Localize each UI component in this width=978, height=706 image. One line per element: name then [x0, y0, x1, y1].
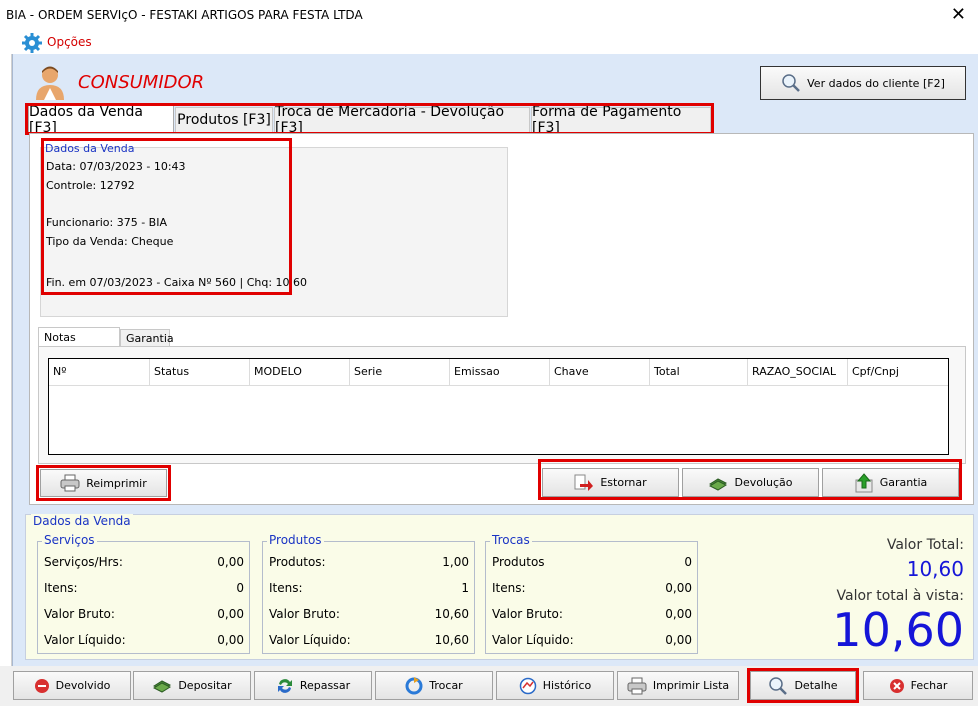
col-emissao[interactable]: Emissao	[450, 359, 550, 385]
money-icon	[153, 679, 172, 693]
view-client-button[interactable]: Ver dados do cliente [F2]	[760, 66, 966, 100]
close-window-button[interactable]: ✕	[951, 4, 966, 25]
history-label: Histórico	[542, 679, 592, 692]
transfer-button[interactable]: Repassar	[254, 671, 372, 700]
products-count-value: 1,00	[442, 555, 469, 569]
subtab-notes[interactable]: Notas Emitidas	[38, 327, 120, 357]
transfer-arrows-icon	[277, 678, 292, 693]
deposit-button[interactable]: Depositar	[133, 671, 251, 700]
services-gross-label: Valor Bruto:	[44, 607, 115, 621]
gear-icon	[22, 33, 42, 53]
services-items-label: Itens:	[44, 581, 78, 595]
notes-grid[interactable]: Nº Status MODELO Serie Emissao Chave Tot…	[48, 358, 949, 455]
services-row-value: 0,00	[217, 555, 244, 569]
search-icon	[782, 74, 801, 92]
exchanges-gross-label: Valor Bruto:	[492, 607, 563, 621]
print-list-label: Imprimir Lista	[652, 679, 730, 692]
close-icon	[889, 678, 904, 693]
reprint-highlight	[36, 465, 171, 501]
products-count-label: Produtos:	[269, 555, 326, 569]
col-chave[interactable]: Chave	[550, 359, 650, 385]
services-gross-value: 0,00	[217, 607, 244, 621]
col-modelo[interactable]: MODELO	[250, 359, 350, 385]
detail-highlight	[747, 668, 859, 703]
products-gross-value: 10,60	[434, 607, 469, 621]
notes-grid-header: Nº Status MODELO Serie Emissao Chave Tot…	[49, 359, 948, 386]
returned-button[interactable]: Devolvido	[13, 671, 131, 700]
products-items-value: 1	[461, 581, 469, 595]
minus-circle-icon	[34, 678, 49, 693]
view-client-label: Ver dados do cliente [F2]	[807, 76, 945, 90]
subtab-warranty[interactable]: Garantia	[120, 329, 174, 347]
close-button[interactable]: Fechar	[863, 671, 973, 700]
products-gross-label: Valor Bruto:	[269, 607, 340, 621]
transfer-label: Repassar	[299, 679, 351, 692]
exchange-button[interactable]: Trocar	[375, 671, 493, 700]
col-numero[interactable]: Nº	[49, 359, 150, 385]
exchanges-products-value: 0	[684, 555, 692, 569]
exchanges-products-label: Produtos	[492, 555, 545, 569]
exchanges-title: Trocas	[490, 533, 532, 547]
customer-name: CONSUMIDOR	[78, 72, 205, 93]
summary-title: Dados da Venda	[31, 514, 133, 528]
col-cpf-cnpj[interactable]: Cpf/Cnpj	[848, 359, 948, 385]
printer-icon	[627, 677, 647, 694]
deposit-label: Depositar	[178, 679, 232, 692]
menu-bar: Opções	[0, 30, 978, 54]
total-label: Valor Total:	[886, 537, 964, 553]
user-icon	[36, 66, 64, 100]
exchanges-gross-value: 0,00	[665, 607, 692, 621]
tabs-highlight	[25, 103, 714, 135]
total-value: 10,60	[906, 557, 964, 581]
exchanges-items-value: 0,00	[665, 581, 692, 595]
exchanges-net-label: Valor Líquido:	[492, 633, 574, 647]
subtab-warranty-label: Garantia	[126, 332, 174, 345]
window-title: BIA - ORDEM SERVIçO - FESTAKI ARTIGOS PA…	[6, 8, 363, 22]
col-razao-social[interactable]: RAZAO_SOCIAL	[748, 359, 848, 385]
clock-icon	[519, 677, 537, 694]
exchanges-items-label: Itens:	[492, 581, 526, 595]
exchanges-net-value: 0,00	[665, 633, 692, 647]
products-title: Produtos	[267, 533, 324, 547]
menu-options[interactable]: Opções	[47, 35, 92, 49]
sale-info-highlight	[41, 138, 292, 295]
services-net-label: Valor Líquido:	[44, 633, 126, 647]
cash-total-label: Valor total à vista:	[836, 588, 964, 604]
products-net-value: 10,60	[434, 633, 469, 647]
close-label: Fechar	[910, 679, 948, 692]
refresh-icon	[405, 676, 423, 694]
services-items-value: 0	[236, 581, 244, 595]
cash-total-value: 10,60	[832, 603, 964, 657]
print-list-button[interactable]: Imprimir Lista	[617, 671, 739, 700]
services-net-value: 0,00	[217, 633, 244, 647]
products-net-label: Valor Líquido:	[269, 633, 351, 647]
services-row-label: Serviços/Hrs:	[44, 555, 123, 569]
services-title: Serviços	[42, 533, 97, 547]
returned-label: Devolvido	[55, 679, 111, 692]
history-button[interactable]: Histórico	[496, 671, 614, 700]
col-total[interactable]: Total	[650, 359, 748, 385]
action-buttons-highlight	[538, 459, 962, 500]
exchange-label: Trocar	[429, 679, 463, 692]
background-window-strip	[0, 54, 12, 706]
title-bar: BIA - ORDEM SERVIçO - FESTAKI ARTIGOS PA…	[0, 0, 978, 30]
col-serie[interactable]: Serie	[350, 359, 450, 385]
col-status[interactable]: Status	[150, 359, 250, 385]
products-items-label: Itens:	[269, 581, 303, 595]
